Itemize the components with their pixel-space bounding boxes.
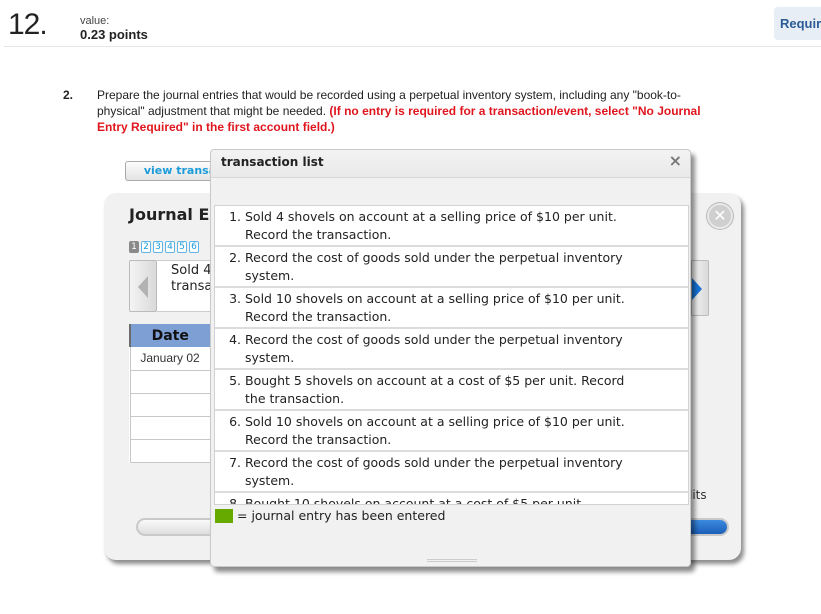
item-text: Record the cost of goods sold under the … [245,332,623,365]
instructions: 2. Prepare the journal entries that would… [63,87,705,135]
date-cell[interactable]: January 02 [129,347,210,371]
list-item[interactable]: 2. Record the cost of goods sold under th… [215,247,688,288]
item-text: Record the cost of goods sold under the … [245,455,623,488]
item-number: 2. [229,250,241,265]
header-divider [4,46,821,47]
close-icon[interactable]: ✕ [707,203,733,229]
legend: = journal entry has been entered [215,508,445,523]
transaction-list-popup: transaction list × 1. Sold 4 shovels on a… [210,149,691,567]
item-number: 6. [229,414,241,429]
page-button[interactable]: 4 [165,241,175,253]
item-text: Sold 10 shovels on account at a selling … [245,414,625,447]
page-selector: 1 2 3 4 5 6 [129,241,199,253]
resize-grip-icon[interactable] [427,559,477,560]
popup-header[interactable]: transaction list × [211,150,690,178]
required-button[interactable]: Requir [774,7,821,40]
page-button[interactable]: 1 [129,241,139,253]
question-number: 12. [8,8,48,41]
list-item[interactable]: 7. Record the cost of goods sold under th… [215,452,688,493]
list-item[interactable]: 8. Bought 10 shovels on account at a cost… [215,493,688,505]
page-button[interactable]: 2 [141,241,151,253]
item-text: Sold 4 shovels on account at a selling p… [245,209,617,242]
item-text: Sold 10 shovels on account at a selling … [245,291,625,324]
popup-title: transaction list [221,155,324,169]
transaction-list[interactable]: 1. Sold 4 shovels on account at a selling… [214,205,689,505]
list-item[interactable]: 6. Sold 10 shovels on account at a sellin… [215,411,688,452]
instruction-paragraph: 2. Prepare the journal entries that would… [63,87,705,135]
date-cell[interactable] [129,393,210,417]
instruction-number: 2. [63,88,74,102]
item-number: 5. [229,373,241,388]
page-button[interactable]: 3 [153,241,163,253]
item-number: 7. [229,455,241,470]
item-number: 4. [229,332,241,347]
item-number: 3. [229,291,241,306]
next-arrow-icon[interactable] [691,260,709,316]
page-button[interactable]: 5 [177,241,187,253]
item-number: 8. [229,496,241,505]
date-cell[interactable] [129,370,210,394]
date-cell[interactable] [129,439,210,463]
list-item[interactable]: 3. Sold 10 shovels on account at a sellin… [215,288,688,329]
value-label: value: [80,15,110,27]
entered-color-swatch [215,508,233,523]
points-value: 0.23 points [80,27,148,42]
list-item[interactable]: 5. Bought 5 shovels on account at a cost … [215,370,688,411]
journal-entry-title: Journal E [129,205,210,224]
close-icon[interactable]: × [669,151,682,170]
date-column-header: Date [129,324,210,347]
list-item[interactable]: 1. Sold 4 shovels on account at a selling… [215,206,688,247]
page-button[interactable]: 6 [189,241,199,253]
item-number: 1. [229,209,241,224]
date-cell[interactable] [129,416,210,440]
legend-text: = journal entry has been entered [237,508,446,523]
credits-label: lits [689,488,707,502]
list-item[interactable]: 4. Record the cost of goods sold under th… [215,329,688,370]
item-text: Bought 10 shovels on account at a cost o… [245,496,586,505]
item-text: Record the cost of goods sold under the … [245,250,623,283]
item-text: Bought 5 shovels on account at a cost of… [245,373,625,406]
previous-arrow-icon[interactable] [129,260,157,312]
